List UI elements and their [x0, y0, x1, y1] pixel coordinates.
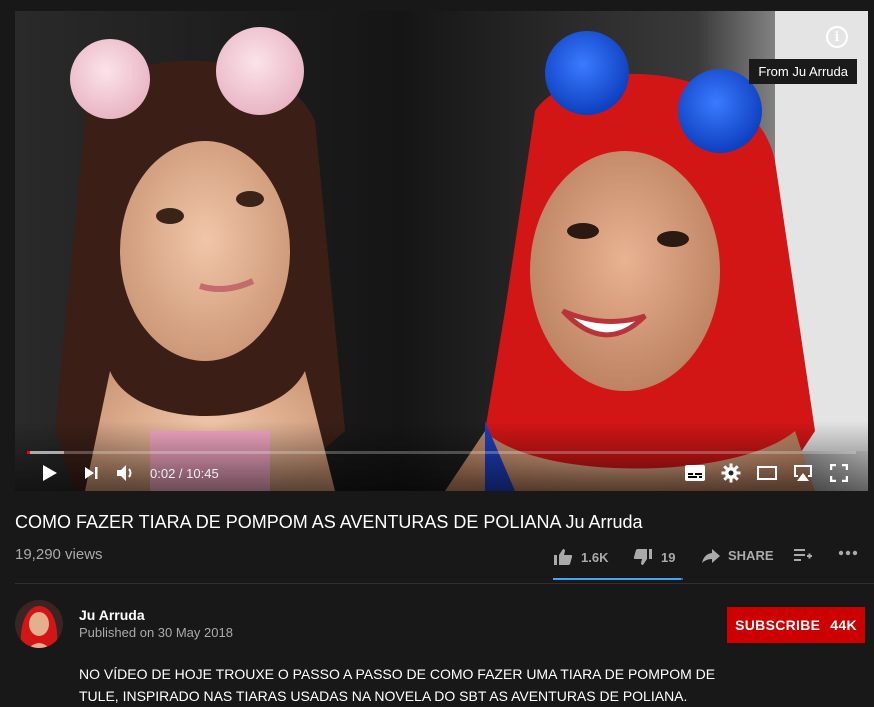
settings-button[interactable]: [719, 461, 743, 485]
cast-button[interactable]: [791, 461, 815, 485]
channel-tooltip: From Ju Arruda: [749, 59, 857, 84]
thumbs-up-icon: [554, 549, 573, 565]
subscribe-button[interactable]: SUBSCRIBE 44K: [727, 607, 865, 643]
view-count: 19,290 views: [15, 546, 103, 563]
more-horizontal-icon: [838, 550, 858, 556]
progress-bar[interactable]: [27, 451, 856, 454]
like-count: 1.6K: [581, 549, 609, 565]
divider: [15, 583, 874, 584]
volume-button[interactable]: [115, 461, 137, 485]
share-icon: [702, 548, 720, 563]
buffered-bar: [30, 451, 64, 454]
airplay-icon: [794, 465, 812, 481]
video-player[interactable]: i From Ju Arruda 0:02 / 10:45: [15, 11, 868, 491]
info-icon[interactable]: i: [826, 26, 848, 48]
fullscreen-button[interactable]: [827, 461, 851, 485]
theater-icon: [757, 466, 777, 480]
video-frame[interactable]: [15, 11, 868, 491]
description-line: NO VÍDEO DE HOJE TROUXE O PASSO A PASSO …: [79, 666, 716, 682]
subscriber-count: 44K: [830, 617, 857, 633]
gear-icon: [721, 463, 741, 483]
play-icon: [43, 465, 57, 481]
time-display: 0:02 / 10:45: [150, 466, 219, 481]
description-line: TULE, INSPIRADO NAS TIARAS USADAS NA NOV…: [79, 688, 688, 704]
channel-avatar[interactable]: [15, 600, 63, 648]
thumbs-down-icon: [633, 549, 652, 565]
fullscreen-icon: [830, 464, 848, 482]
sentiment-like-fill: [553, 578, 682, 580]
played-bar: [27, 451, 30, 454]
video-description: NO VÍDEO DE HOJE TROUXE O PASSO A PASSO …: [79, 663, 719, 707]
subtitles-icon: [685, 465, 705, 481]
theater-mode-button[interactable]: [755, 461, 779, 485]
subtitles-button[interactable]: [683, 461, 707, 485]
volume-icon: [117, 465, 132, 481]
next-button[interactable]: [80, 461, 102, 485]
dislike-count: 19: [661, 549, 676, 565]
share-label: SHARE: [728, 548, 774, 563]
more-actions-button[interactable]: [838, 550, 866, 556]
save-to-playlist-button[interactable]: [794, 548, 820, 562]
share-button[interactable]: SHARE: [702, 548, 774, 563]
next-icon: [85, 467, 98, 479]
play-button[interactable]: [39, 461, 61, 485]
dislike-button[interactable]: 19: [633, 548, 675, 566]
publish-date: Published on 30 May 2018: [79, 625, 233, 640]
subscribe-label: SUBSCRIBE: [735, 617, 821, 633]
sentiment-bar: [553, 578, 683, 580]
avatar-image: [15, 600, 63, 648]
video-title: COMO FAZER TIARA DE POMPOM AS AVENTURAS …: [15, 512, 643, 532]
playlist-add-icon: [794, 549, 812, 561]
like-button[interactable]: 1.6K: [553, 548, 608, 566]
channel-name[interactable]: Ju Arruda: [79, 607, 145, 623]
